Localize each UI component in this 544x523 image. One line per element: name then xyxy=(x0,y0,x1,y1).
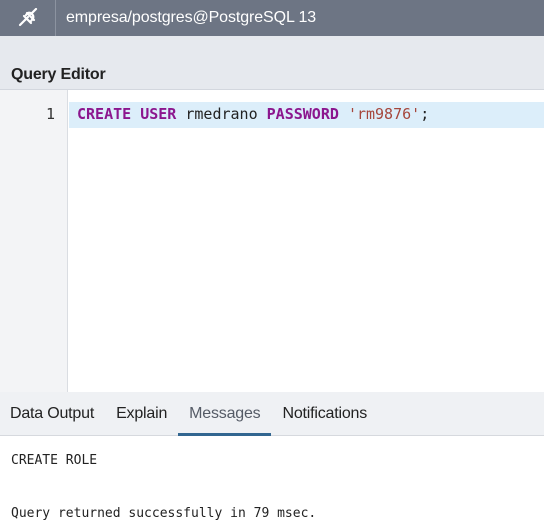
tab-data-output[interactable]: Data Output xyxy=(0,392,105,436)
identifier-username: rmedrano xyxy=(176,105,267,123)
query-editor[interactable]: 1 CREATE USER rmedrano PASSWORD 'rm9876'… xyxy=(0,90,544,392)
keyword-create: CREATE xyxy=(77,105,132,123)
code-line[interactable]: CREATE USER rmedrano PASSWORD 'rm9876'; xyxy=(77,105,429,123)
query-editor-header: Query Editor xyxy=(0,36,544,90)
string-literal: 'rm9876' xyxy=(347,105,421,123)
tab-messages[interactable]: Messages xyxy=(178,392,272,436)
line-number: 1 xyxy=(45,105,55,123)
panel-title: Query Editor xyxy=(11,66,106,83)
line-gutter: 1 xyxy=(0,90,68,392)
connection-bar: empresa/postgres@PostgreSQL 13 xyxy=(0,0,544,36)
message-line: CREATE ROLE xyxy=(11,453,98,468)
tab-explain[interactable]: Explain xyxy=(105,392,178,436)
results-tabs: Data Output Explain Messages Notificatio… xyxy=(0,392,544,436)
keyword-password: PASSWORD xyxy=(266,105,339,123)
keyword-user: USER xyxy=(140,105,177,123)
semicolon: ; xyxy=(420,105,430,123)
connection-plug-icon[interactable] xyxy=(0,0,56,36)
tab-notifications[interactable]: Notifications xyxy=(271,392,378,436)
connection-label[interactable]: empresa/postgres@PostgreSQL 13 xyxy=(56,9,316,27)
messages-panel: CREATE ROLE Query returned successfully … xyxy=(0,436,544,523)
message-line: Query returned successfully in 79 msec. xyxy=(11,506,317,521)
